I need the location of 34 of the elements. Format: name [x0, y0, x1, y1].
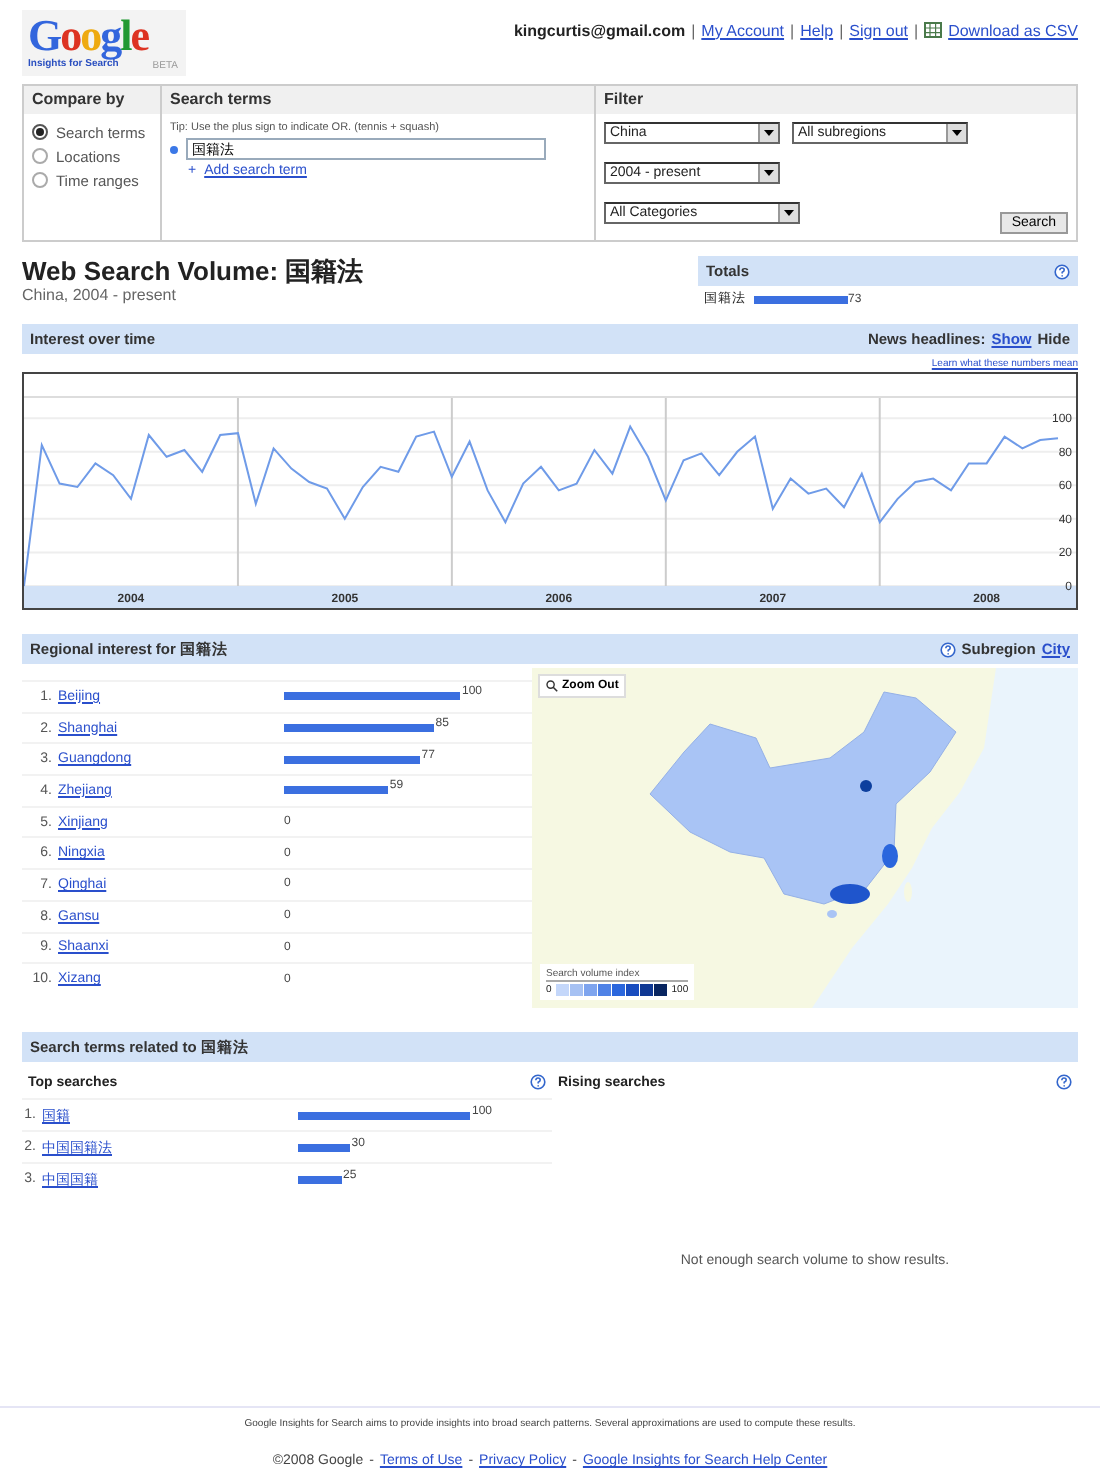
radio-button[interactable] [32, 172, 48, 188]
download-link[interactable]: Download as CSV [948, 21, 1078, 39]
separator: | [914, 21, 919, 39]
help-icon[interactable] [939, 641, 956, 657]
spreadsheet-icon[interactable] [924, 22, 943, 38]
column-header: Search terms [162, 86, 594, 114]
related-bar [298, 1175, 341, 1183]
separator: | [839, 21, 844, 39]
header-link[interactable]: Sign out [849, 21, 908, 39]
separator: | [790, 21, 795, 39]
help-icon[interactable] [530, 1074, 546, 1090]
magnifier-icon [546, 680, 558, 692]
caret-icon [764, 130, 774, 136]
user-email: kingcurtis@gmail.com [513, 21, 686, 39]
header-link[interactable]: Help [800, 21, 834, 39]
caret-icon [784, 210, 794, 216]
help-icon[interactable] [1056, 1074, 1072, 1090]
interest-bar [284, 755, 420, 764]
header-link[interactable]: My Account [701, 21, 785, 39]
page-subtitle: China, 2004 - present [22, 286, 178, 304]
term-dot-icon [170, 145, 178, 153]
radio-button[interactable] [32, 148, 48, 164]
help-icon[interactable] [1054, 263, 1070, 279]
related-bar [298, 1143, 350, 1151]
caret-icon [764, 170, 774, 176]
interest-bar [284, 786, 388, 795]
page-title: Web Search Volume: 国籍法 [22, 256, 364, 286]
total-bar [754, 295, 848, 303]
caret-icon [952, 130, 962, 136]
separator: | [691, 21, 696, 39]
column-header: Compare by [24, 86, 160, 114]
column-header: Filter [596, 86, 1076, 114]
radio-button[interactable] [32, 124, 48, 140]
color-scale-icon [555, 984, 668, 996]
